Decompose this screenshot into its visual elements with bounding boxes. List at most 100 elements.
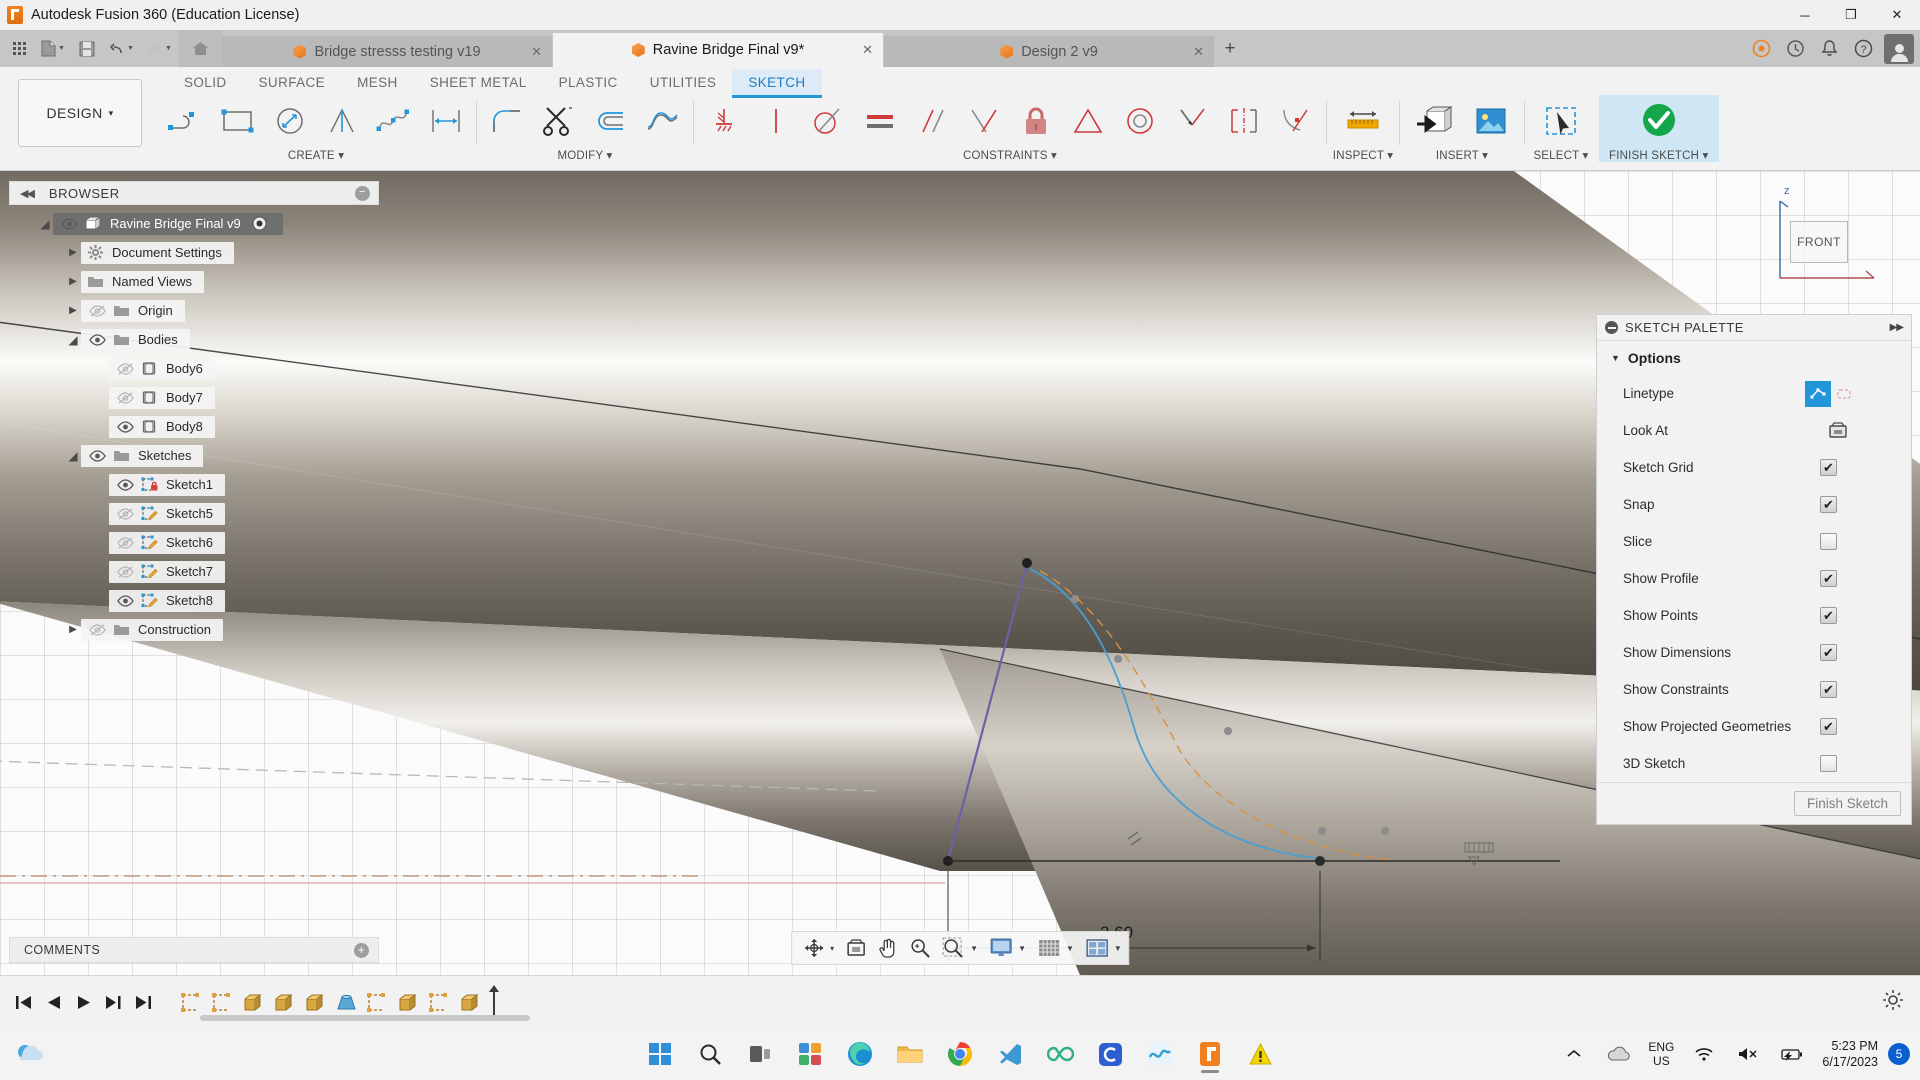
checkbox-show-points[interactable]: ✔ xyxy=(1820,607,1837,624)
tree-item-document-settings[interactable]: ▶Document Settings xyxy=(9,238,379,267)
sketch-dimension-icon[interactable] xyxy=(420,95,472,147)
undo-button[interactable]: ▼ xyxy=(102,34,140,64)
tree-collapse-arrow[interactable]: ◢ xyxy=(65,449,81,463)
concentric-constraint-icon[interactable] xyxy=(1114,95,1166,147)
orbit-icon[interactable] xyxy=(798,934,830,962)
tree-item-body6[interactable]: Body6 xyxy=(9,354,379,383)
chevron-down-icon[interactable]: ▼ xyxy=(970,944,978,953)
sketch-palette-header[interactable]: SKETCH PALETTE ▶▶ xyxy=(1597,315,1911,341)
tree-collapse-arrow[interactable]: ◢ xyxy=(37,217,53,231)
skip-end-icon[interactable] xyxy=(128,987,158,1017)
infinity-app-icon[interactable] xyxy=(1040,1034,1080,1074)
finish-sketch-check-icon[interactable] xyxy=(1627,95,1691,147)
help-icon[interactable]: ? xyxy=(1846,30,1880,67)
tray-chevron-up-icon[interactable] xyxy=(1554,1034,1594,1074)
vscode-icon[interactable] xyxy=(990,1034,1030,1074)
ribbon-tab-mesh[interactable]: MESH xyxy=(341,69,414,98)
edge-icon[interactable] xyxy=(840,1034,880,1074)
document-tab-2[interactable]: Design 2 v9✕ xyxy=(884,36,1214,67)
visibility-eye-icon[interactable] xyxy=(84,334,110,346)
ground-constraint-icon[interactable] xyxy=(698,95,750,147)
checkbox-sketch-grid[interactable]: ✔ xyxy=(1820,459,1837,476)
wifi-icon[interactable] xyxy=(1684,1034,1724,1074)
ribbon-tab-surface[interactable]: SURFACE xyxy=(243,69,342,98)
tree-item-sketch1[interactable]: Sketch1 xyxy=(9,470,379,499)
tree-item-sketch7[interactable]: Sketch7 xyxy=(9,557,379,586)
vertical-constraint-icon[interactable] xyxy=(750,95,802,147)
document-tab-close-icon[interactable]: ✕ xyxy=(531,44,542,60)
browser-header[interactable]: ◀◀ BROWSER − xyxy=(9,181,379,205)
insert-derive-icon[interactable] xyxy=(1404,95,1462,147)
tree-item-construction[interactable]: ▶Construction xyxy=(9,615,379,644)
close-button[interactable]: ✕ xyxy=(1874,0,1920,30)
comments-panel[interactable]: COMMENTS + xyxy=(9,937,379,963)
timeline-sketch-feature[interactable] xyxy=(424,987,455,1018)
home-button[interactable] xyxy=(178,30,222,67)
tree-item-bodies[interactable]: ◢Bodies xyxy=(9,325,379,354)
palette-options-header[interactable]: ▼ Options xyxy=(1597,341,1911,375)
visibility-eye-icon[interactable] xyxy=(112,363,138,375)
visibility-eye-icon[interactable] xyxy=(84,624,110,636)
skip-start-icon[interactable] xyxy=(8,987,38,1017)
redo-button[interactable]: ▼ xyxy=(140,34,178,64)
modeling-canvas[interactable]: 2.60 z FRONT ◀◀ BROWSER − ◢Ravine Bridge… xyxy=(0,171,1920,975)
visibility-eye-icon[interactable] xyxy=(56,218,82,230)
workspace-selector[interactable]: DESIGN ▾ xyxy=(18,79,142,147)
ribbon-tab-sheet-metal[interactable]: SHEET METAL xyxy=(414,69,543,98)
tree-item-sketches[interactable]: ◢Sketches xyxy=(9,441,379,470)
timeline-settings-gear-icon[interactable] xyxy=(1882,989,1904,1016)
search-icon[interactable] xyxy=(690,1034,730,1074)
visibility-eye-icon[interactable] xyxy=(112,421,138,433)
timeline-extrude-feature[interactable] xyxy=(238,987,269,1018)
new-file-button[interactable]: ▼ xyxy=(34,34,72,64)
app-grid-icon[interactable] xyxy=(4,34,34,64)
checkbox-show-dimensions[interactable]: ✔ xyxy=(1820,644,1837,661)
grid-snap-icon[interactable] xyxy=(1032,934,1066,962)
timeline-extrude-feature[interactable] xyxy=(393,987,424,1018)
checkbox-show-profile[interactable]: ✔ xyxy=(1820,570,1837,587)
checkbox-snap[interactable]: ✔ xyxy=(1820,496,1837,513)
spline-icon[interactable] xyxy=(368,95,420,147)
tree-expand-arrow[interactable]: ▶ xyxy=(65,624,81,635)
ribbon-tab-plastic[interactable]: PLASTIC xyxy=(543,69,634,98)
save-button[interactable] xyxy=(72,34,102,64)
visibility-eye-icon[interactable] xyxy=(112,566,138,578)
step-back-icon[interactable] xyxy=(38,987,68,1017)
tree-item-body8[interactable]: Body8 xyxy=(9,412,379,441)
tree-item-sketch6[interactable]: Sketch6 xyxy=(9,528,379,557)
document-tab-close-icon[interactable]: ✕ xyxy=(862,42,873,58)
visibility-eye-icon[interactable] xyxy=(112,479,138,491)
zoom-icon[interactable] xyxy=(904,934,936,962)
timeline-extrude-feature[interactable] xyxy=(300,987,331,1018)
fillet-icon[interactable] xyxy=(481,95,533,147)
play-icon[interactable] xyxy=(68,987,98,1017)
circle-icon[interactable] xyxy=(264,95,316,147)
chevron-down-icon[interactable]: ▼ xyxy=(1018,944,1026,953)
measure-icon[interactable] xyxy=(1331,95,1395,147)
ribbon-tab-utilities[interactable]: UTILITIES xyxy=(634,69,733,98)
palette-expand-icon[interactable]: ▶▶ xyxy=(1890,322,1903,333)
tree-item-body7[interactable]: Body7 xyxy=(9,383,379,412)
maximize-button[interactable]: ❐ xyxy=(1828,0,1874,30)
notification-badge[interactable]: 5 xyxy=(1888,1043,1910,1065)
line-icon[interactable] xyxy=(160,95,212,147)
collapse-browser-icon[interactable]: ◀◀ xyxy=(20,187,33,200)
tree-item-origin[interactable]: ▶Origin xyxy=(9,296,379,325)
insert-image-icon[interactable] xyxy=(1462,95,1520,147)
chevron-down-icon[interactable]: ▼ xyxy=(1114,944,1122,953)
zoom-window-icon[interactable] xyxy=(936,934,970,962)
add-comment-icon[interactable]: + xyxy=(354,943,369,958)
linetype-normal-icon[interactable] xyxy=(1805,381,1831,407)
timeline-loft-feature[interactable] xyxy=(331,987,362,1018)
fix-lock-icon[interactable] xyxy=(1010,95,1062,147)
widgets-icon[interactable] xyxy=(790,1034,830,1074)
ribbon-tab-solid[interactable]: SOLID xyxy=(168,69,243,98)
ribbon-tab-sketch[interactable]: SKETCH xyxy=(732,69,821,98)
windows-start-icon[interactable] xyxy=(640,1034,680,1074)
view-cube-front-face[interactable]: FRONT xyxy=(1790,221,1848,263)
document-tab-close-icon[interactable]: ✕ xyxy=(1193,44,1204,60)
timeline-sketch-feature[interactable] xyxy=(176,987,207,1018)
tree-expand-arrow[interactable]: ▶ xyxy=(65,305,81,316)
tree-item-ravine-bridge-final-v9[interactable]: ◢Ravine Bridge Final v9 xyxy=(9,209,379,238)
step-forward-icon[interactable] xyxy=(98,987,128,1017)
